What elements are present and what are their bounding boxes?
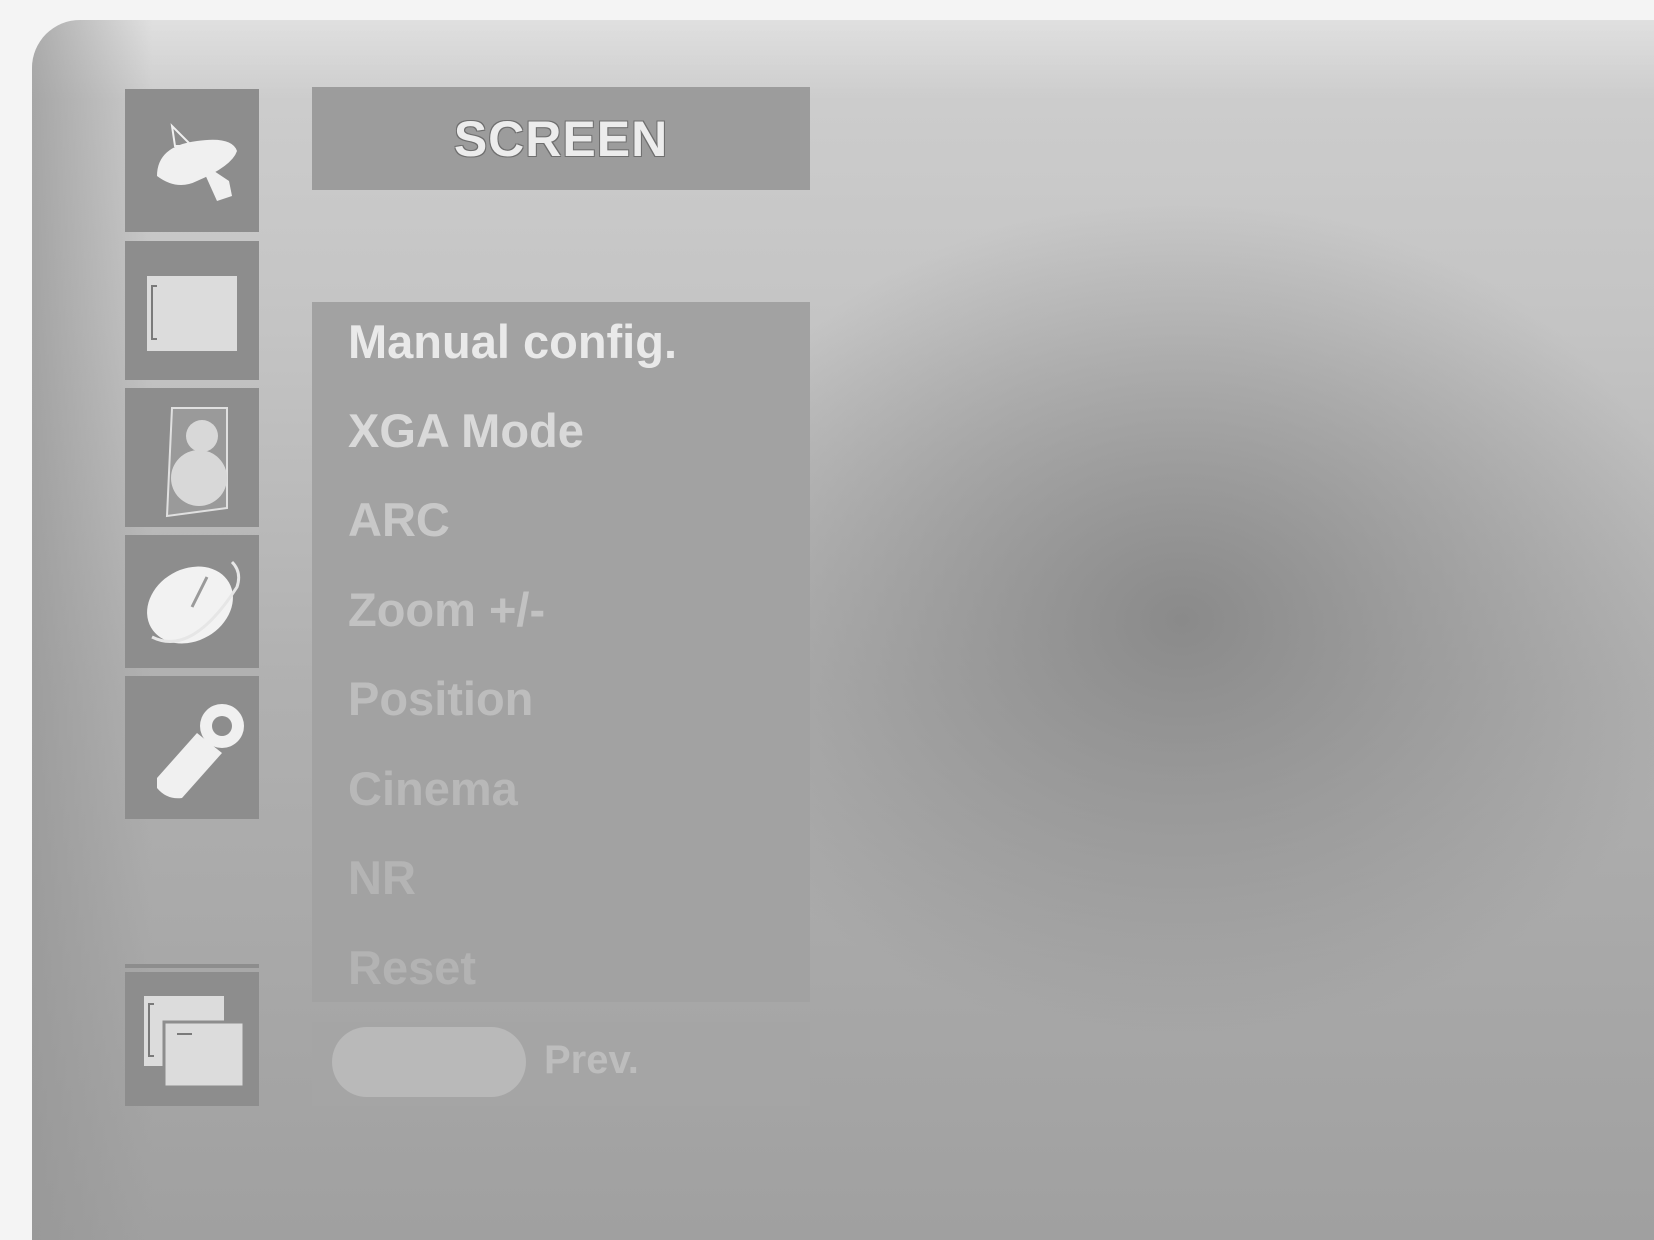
prev-label: Prev. (544, 1038, 639, 1082)
audio-speaker-icon (165, 406, 228, 517)
menu-item-zoom[interactable]: Zoom +/- (348, 570, 545, 650)
menu-item-arc[interactable]: ARC (348, 480, 450, 560)
pip-icon (144, 996, 246, 1089)
menu-title: SCREEN (453, 110, 669, 167)
menu-item-nr[interactable]: NR (348, 838, 416, 918)
menu-item-position[interactable]: Position (348, 659, 533, 739)
sidebar-tile-station[interactable] (125, 89, 259, 232)
nav-bar: Prev. (312, 1022, 810, 1106)
sidebar-tile-picture[interactable] (125, 241, 259, 380)
osd-menu-window (32, 20, 1654, 1240)
sidebar-tile-pip[interactable] (125, 972, 259, 1106)
sidebar-tile-time[interactable] (125, 535, 259, 668)
menu-item-manual-config[interactable]: Manual config. (348, 302, 677, 382)
menu-title-bar: SCREEN (312, 87, 810, 190)
sidebar-divider (125, 964, 259, 968)
sidebar-tile-sound[interactable] (125, 388, 259, 527)
prev-button[interactable] (332, 1027, 526, 1097)
menu-item-xga-mode[interactable]: XGA Mode (348, 391, 584, 471)
frame-highlight (32, 20, 1654, 100)
wrench-icon (157, 703, 244, 798)
sidebar-tile-special[interactable] (125, 676, 259, 819)
menu-list: Manual config. XGA Mode ARC Zoom +/- Pos… (312, 302, 810, 1002)
satellite-dish-icon (157, 122, 237, 201)
menu-item-reset[interactable]: Reset (348, 928, 476, 1008)
clock-icon (147, 560, 241, 643)
picture-icon (147, 275, 237, 351)
menu-item-cinema[interactable]: Cinema (348, 749, 518, 829)
